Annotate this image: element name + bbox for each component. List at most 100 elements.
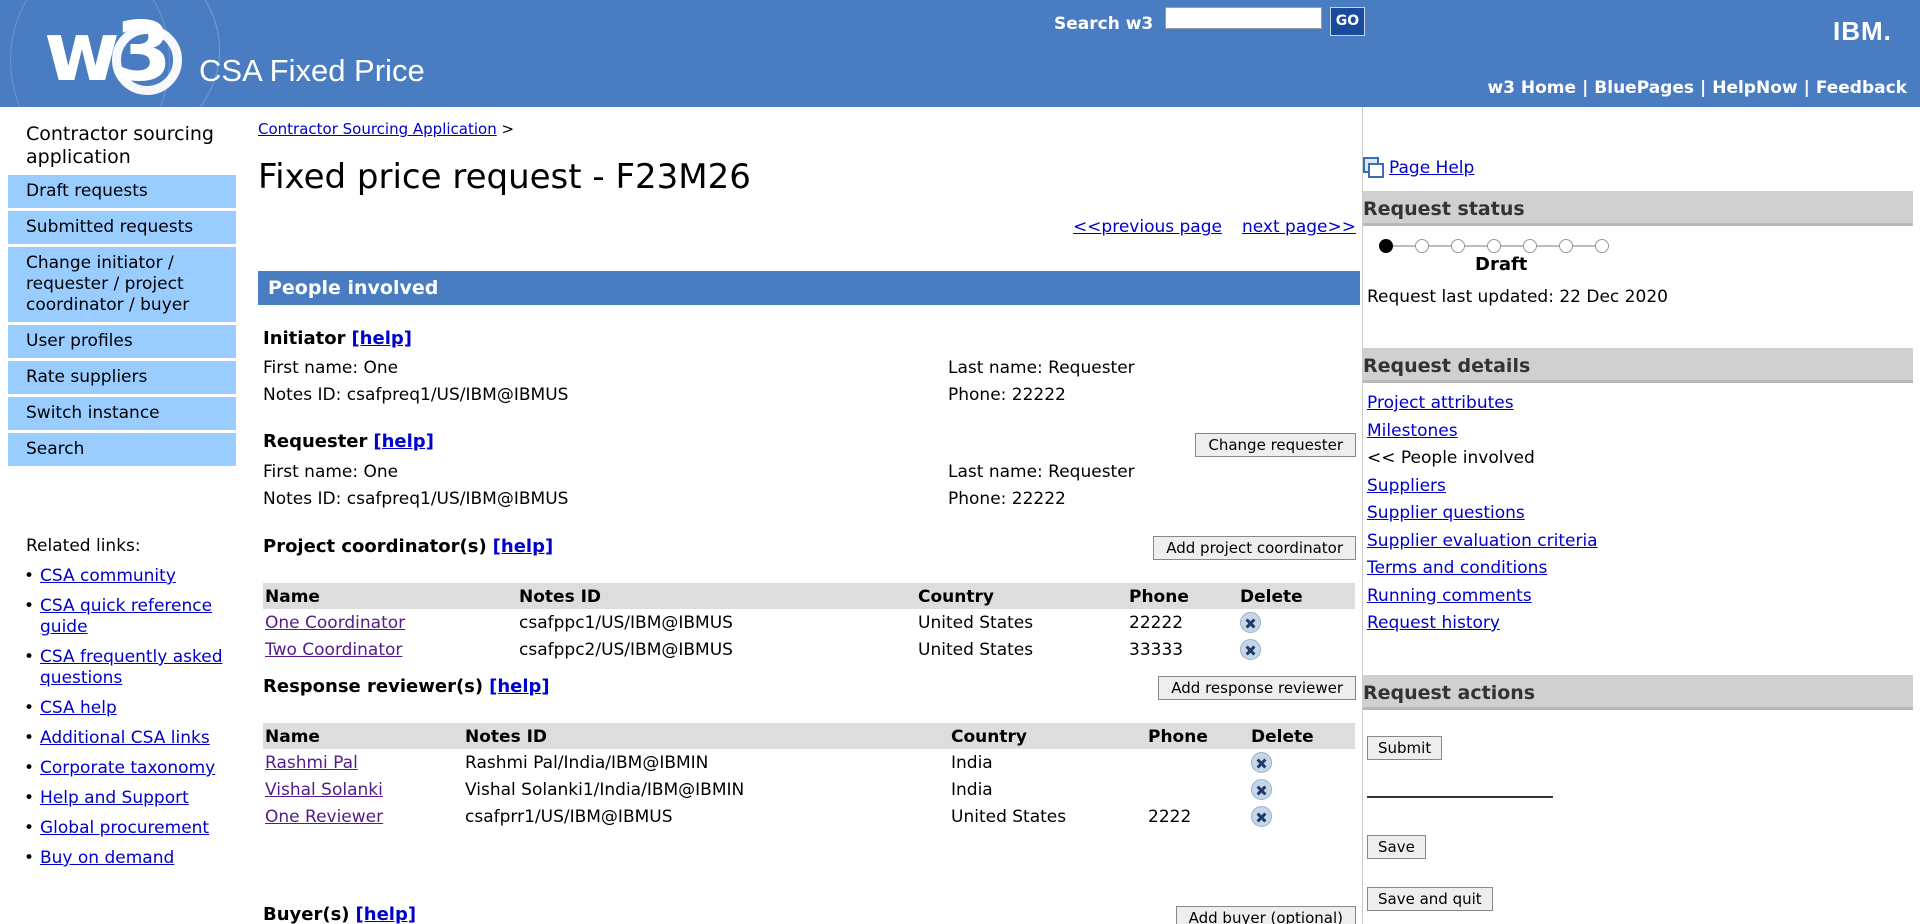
save-button[interactable]: Save — [1367, 835, 1426, 859]
details-link-running-comments[interactable]: Running comments — [1367, 586, 1532, 606]
section-title: People involved — [258, 271, 1360, 305]
list-item: Additional CSA links — [24, 728, 236, 749]
go-button[interactable]: GO — [1330, 7, 1365, 36]
nav-item-search[interactable]: Search — [8, 433, 236, 466]
page-help-icon — [1363, 157, 1384, 178]
add-buyer-button[interactable]: Add buyer (optional) — [1175, 906, 1356, 924]
initiator-notes-id: Notes ID: csafpreq1/US/IBM@IBMUS — [263, 385, 569, 405]
initiator-help-link[interactable]: [help] — [351, 328, 412, 349]
list-item: CSA community — [24, 566, 236, 587]
status-progress — [1379, 237, 1609, 255]
reviewer-name-link[interactable]: Rashmi Pal — [265, 753, 358, 773]
divider — [1367, 796, 1553, 798]
add-response-reviewer-button[interactable]: Add response reviewer — [1158, 676, 1356, 700]
breadcrumb: Contractor Sourcing Application > — [258, 120, 514, 138]
buyers-title: Buyer(s) — [263, 904, 350, 924]
delete-icon[interactable] — [1240, 612, 1261, 633]
column-header-phone: Phone — [1127, 583, 1238, 609]
reviewer-name-link[interactable]: Vishal Solanki — [265, 780, 383, 800]
delete-icon[interactable] — [1251, 752, 1272, 773]
coordinator-name-link[interactable]: One Coordinator — [265, 613, 405, 633]
reviewer-country: United States — [951, 806, 1067, 827]
details-link-suppliers[interactable]: Suppliers — [1367, 476, 1446, 496]
add-project-coordinator-button[interactable]: Add project coordinator — [1153, 536, 1356, 560]
list-item: Help and Support — [24, 788, 236, 809]
nav-item-switch-instance[interactable]: Switch instance — [8, 397, 236, 430]
ibm-logo[interactable]: IBM. — [1833, 16, 1892, 47]
w3-logo[interactable]: w3 — [44, 12, 172, 94]
page-help-link[interactable]: Page Help — [1389, 158, 1474, 178]
request-status-bar: Request status — [1363, 190, 1913, 226]
details-link-evaluation-criteria[interactable]: Supplier evaluation criteria — [1367, 531, 1598, 551]
details-link-supplier-questions[interactable]: Supplier questions — [1367, 503, 1525, 523]
bluepages-link[interactable]: BluePages — [1594, 78, 1694, 98]
nav-item-user-profiles[interactable]: User profiles — [8, 325, 236, 358]
breadcrumb-link[interactable]: Contractor Sourcing Application — [258, 120, 497, 138]
reviewers-heading: Response reviewer(s) [help] — [263, 676, 550, 697]
coordinators-title: Project coordinator(s) — [263, 536, 487, 557]
list-item: Corporate taxonomy — [24, 758, 236, 779]
pager: <<previous page next page>> — [1073, 217, 1356, 237]
helpnow-link[interactable]: HelpNow — [1712, 78, 1797, 98]
initiator-heading: Initiator [help] — [263, 328, 412, 349]
reviewer-name-link[interactable]: One Reviewer — [265, 807, 383, 827]
coordinator-name-link[interactable]: Two Coordinator — [265, 640, 402, 660]
related-links-label: Related links: — [26, 536, 141, 556]
requester-phone: Phone: 22222 — [948, 489, 1066, 509]
related-link-faq[interactable]: CSA frequently asked questions — [40, 647, 222, 688]
related-link-csa-help[interactable]: CSA help — [40, 698, 117, 718]
feedback-link[interactable]: Feedback — [1816, 78, 1907, 98]
buyers-help-link[interactable]: [help] — [356, 904, 417, 924]
delete-icon[interactable] — [1240, 639, 1261, 660]
reviewer-country: India — [951, 752, 993, 773]
nav-item-submitted-requests[interactable]: Submitted requests — [8, 211, 236, 244]
reviewers-help-link[interactable]: [help] — [489, 676, 550, 697]
details-link-project-attributes[interactable]: Project attributes — [1367, 393, 1514, 413]
last-updated: Request last updated: 22 Dec 2020 — [1367, 287, 1668, 307]
coordinators-table: Name Notes ID Country Phone Delete One C… — [263, 583, 1355, 663]
related-links-list: CSA community CSA quick reference guide … — [8, 566, 236, 869]
related-link-taxonomy[interactable]: Corporate taxonomy — [40, 758, 215, 778]
delete-icon[interactable] — [1251, 779, 1272, 800]
search-label: Search w3 — [1054, 14, 1154, 34]
submit-button[interactable]: Submit — [1367, 736, 1443, 760]
related-link-help-support[interactable]: Help and Support — [40, 788, 189, 808]
coordinator-notes-id: csafppc1/US/IBM@IBMUS — [519, 612, 733, 633]
next-page-link[interactable]: next page>> — [1242, 217, 1356, 237]
nav-item-change-initiator[interactable]: Change initiator / requester / project c… — [8, 247, 236, 322]
related-link-global-procurement[interactable]: Global procurement — [40, 818, 209, 838]
details-link-terms[interactable]: Terms and conditions — [1367, 558, 1547, 578]
requester-title: Requester — [263, 431, 368, 452]
save-and-quit-button[interactable]: Save and quit — [1367, 887, 1493, 911]
status-step-dot — [1559, 239, 1573, 253]
related-link-buy-on-demand[interactable]: Buy on demand — [40, 848, 174, 868]
change-requester-button[interactable]: Change requester — [1195, 433, 1356, 457]
nav-item-rate-suppliers[interactable]: Rate suppliers — [8, 361, 236, 394]
w3-home-link[interactable]: w3 Home — [1487, 78, 1576, 98]
related-link-csa-community[interactable]: CSA community — [40, 566, 176, 586]
table-row: Vishal Solanki Vishal Solanki1/India/IBM… — [263, 776, 1355, 803]
requester-help-link[interactable]: [help] — [373, 431, 434, 452]
coordinators-help-link[interactable]: [help] — [493, 536, 554, 557]
status-step-dot — [1415, 239, 1429, 253]
nav-item-draft-requests[interactable]: Draft requests — [8, 175, 236, 208]
initiator-last-name: Last name: Requester — [948, 358, 1135, 378]
reviewer-notes-id: csafprr1/US/IBM@IBMUS — [465, 806, 673, 827]
table-row: Rashmi Pal Rashmi Pal/India/IBM@IBMIN In… — [263, 749, 1355, 776]
page-title: Fixed price request - F23M26 — [258, 157, 751, 197]
reviewer-phone — [1146, 749, 1249, 776]
previous-page-link[interactable]: <<previous page — [1073, 217, 1222, 237]
related-link-additional[interactable]: Additional CSA links — [40, 728, 210, 748]
details-link-request-history[interactable]: Request history — [1367, 613, 1500, 633]
status-step-dot — [1379, 239, 1393, 253]
search-input[interactable] — [1165, 7, 1322, 29]
delete-icon[interactable] — [1251, 806, 1272, 827]
column-header-notes-id: Notes ID — [463, 723, 949, 749]
reviewer-phone — [1146, 776, 1249, 803]
initiator-phone: Phone: 22222 — [948, 385, 1066, 405]
related-link-quick-reference[interactable]: CSA quick reference guide — [40, 596, 212, 637]
coordinator-notes-id: csafppc2/US/IBM@IBMUS — [519, 639, 733, 660]
table-row: One Reviewer csafprr1/US/IBM@IBMUS Unite… — [263, 803, 1355, 830]
nav-heading: Contractor sourcing application — [26, 123, 214, 168]
details-link-milestones[interactable]: Milestones — [1367, 421, 1458, 441]
